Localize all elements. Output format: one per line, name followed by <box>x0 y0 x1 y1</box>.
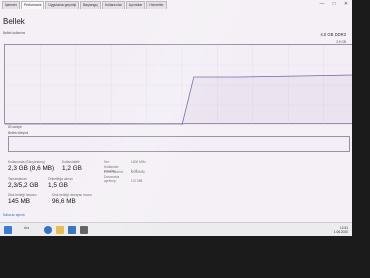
stat-committed: Tamamlanan 2,3/5,2 GB <box>8 177 39 189</box>
detail-form-factor-value: SODIMM <box>130 170 145 174</box>
app-icon[interactable] <box>80 226 88 234</box>
stat-paged-pool-label: Disk belleği havuzu <box>8 193 37 197</box>
folder-icon[interactable] <box>56 226 64 234</box>
detail-hw-reserved-key: Donanıma ayrılmış: <box>104 175 120 183</box>
time-axis-label: 60 saniye <box>8 125 22 129</box>
detail-form-factor-key: Form faktörü: <box>104 170 124 174</box>
tab-performance[interactable]: Performans <box>20 1 45 9</box>
tab-details[interactable]: Ayrıntılar <box>125 1 146 9</box>
detail-speed-value: 1600 MHz <box>130 160 146 164</box>
stat-nonpaged-pool-value: 96,6 MB <box>52 198 76 205</box>
stat-in-use: Kullanımda (Sıkıştırılmış) 2,3 GB (8,6 M… <box>8 160 54 172</box>
detail-speed-key: Hız: <box>104 160 110 164</box>
stat-committed-label: Tamamlanan <box>8 177 27 181</box>
stat-available-value: 1,2 GB <box>62 165 82 172</box>
stat-paged-pool-value: 145 MB <box>8 198 31 205</box>
tab-startup[interactable]: Başlangıç <box>80 1 101 9</box>
tab-users[interactable]: Kullanıcılar <box>102 1 125 9</box>
tab-processes[interactable]: İşlemler <box>2 1 20 9</box>
stat-available: Kullanılabilir 1,2 GB <box>62 160 82 172</box>
clock-date: 1.06.2020 <box>333 230 348 234</box>
stat-available-label: Kullanılabilir <box>62 160 80 164</box>
browser-icon[interactable] <box>44 226 52 234</box>
stat-cached-label: Önbelleğe alınan <box>48 177 73 181</box>
memory-chart-svg <box>4 45 352 126</box>
stat-cached-value: 1,5 GB <box>48 182 68 189</box>
usage-label: Bellek kullanımı <box>3 31 26 35</box>
less-details-link[interactable]: Daha az ayrıntı <box>3 213 25 217</box>
search-box[interactable]: Ara <box>24 226 29 230</box>
stat-cached: Önbelleğe alınan 1,5 GB <box>48 177 73 189</box>
stat-in-use-value: 2,3 GB (8,6 MB) <box>8 165 55 172</box>
task-manager-window: İşlemler Performans Uygulama geçmişi Baş… <box>0 0 352 236</box>
tab-app-history[interactable]: Uygulama geçmişi <box>45 1 80 9</box>
system-tray[interactable]: 12:51 1.06.2020 <box>334 226 348 234</box>
maximize-icon[interactable]: □ <box>328 0 340 8</box>
detail-hw-reserved: Donanıma ayrılmış: 107 MB <box>104 175 142 183</box>
detail-form-factor: Form faktörü: SODIMM <box>104 170 144 174</box>
detail-hw-reserved-value: 107 MB <box>130 179 143 183</box>
tab-bar: İşlemler Performans Uygulama geçmişi Baş… <box>2 1 168 9</box>
memory-composition-bar <box>8 136 350 152</box>
stat-committed-value: 2,3/5,2 GB <box>8 182 39 189</box>
stat-in-use-label: Kullanımda (Sıkıştırılmış) <box>8 160 45 164</box>
stat-nonpaged-pool-label: Disk belleği olmayan havuz <box>52 193 92 197</box>
start-icon[interactable] <box>4 226 12 234</box>
stat-nonpaged-pool: Disk belleği olmayan havuz 96,6 MB <box>52 193 92 205</box>
memory-usage-chart <box>4 44 352 126</box>
composition-label: Bellek bileşimi <box>8 131 29 135</box>
stat-paged-pool: Disk belleği havuzu 145 MB <box>8 193 36 205</box>
tab-services[interactable]: Hizmetler <box>146 1 167 9</box>
task-manager-icon[interactable] <box>68 226 76 234</box>
close-icon[interactable]: ✕ <box>340 0 352 8</box>
page-title: Bellek <box>3 17 25 26</box>
minimize-icon[interactable]: — <box>316 0 328 8</box>
taskbar: Ara 12:51 1.06.2020 <box>0 222 352 236</box>
total-memory: 4,0 GB DDR3 <box>320 32 346 37</box>
window-controls: — □ ✕ <box>316 0 352 8</box>
detail-speed: Hız: 1600 MHz <box>104 160 146 164</box>
